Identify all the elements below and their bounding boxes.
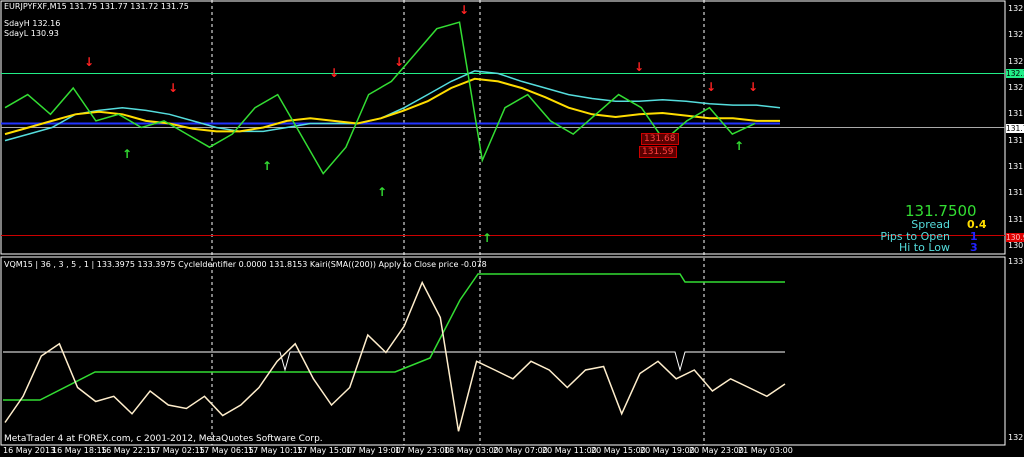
- up-arrow-icon: ↑: [734, 139, 744, 153]
- hi-to-low-value: 3: [970, 241, 978, 254]
- down-arrow-icon: ↓: [634, 60, 644, 74]
- time-tick: 20 May 19:00: [640, 446, 695, 455]
- chart-canvas[interactable]: ↓↓↓↓↓↓↓↓↑↑↑↑↑↑: [0, 0, 1024, 457]
- sday-low-label: SdayL 130.93: [4, 29, 59, 38]
- yellow-ma-line: [4, 77, 780, 136]
- symbol-header: EURJPYFXF,M15 131.75 131.77 131.72 131.7…: [4, 2, 189, 11]
- time-tick: 16 May 18:15: [52, 446, 107, 455]
- cyan-ma-line: [4, 70, 781, 142]
- down-arrow-icon: ↓: [394, 55, 404, 69]
- up-arrow-icon: ↑: [377, 185, 387, 199]
- time-tick: 17 May 19:00: [346, 446, 401, 455]
- current-price-readout: 131.7500: [905, 202, 977, 220]
- up-arrow-icon: ↑: [122, 147, 132, 161]
- time-tick: 20 May 07:00: [493, 446, 548, 455]
- time-tick: 17 May 02:15: [150, 446, 205, 455]
- oscillator-signal-line: [3, 273, 785, 401]
- time-tick: 17 May 10:15: [248, 446, 303, 455]
- sday-low-tag: 130.93: [1006, 233, 1024, 242]
- time-tick: 20 May 11:00: [542, 446, 597, 455]
- sday-high-label: SdayH 132.16: [4, 19, 61, 28]
- time-tick: 17 May 06:15: [199, 446, 254, 455]
- down-arrow-icon: ↓: [329, 66, 339, 80]
- current-price-tag: 131.75: [1006, 124, 1024, 133]
- oscillator-header: VQM15 | 36 , 3 , 5 , 1 | 133.3975 133.39…: [4, 260, 487, 269]
- box-lower: 131.59: [639, 146, 677, 158]
- up-arrow-icon: ↑: [482, 231, 492, 245]
- time-tick: 16 May 2013: [3, 446, 56, 455]
- price-tick: 132.05: [1008, 82, 1024, 92]
- down-arrow-icon: ↓: [168, 81, 178, 95]
- down-arrow-icon: ↓: [748, 80, 758, 94]
- time-tick: 17 May 23:00: [395, 446, 450, 455]
- price-tick: 132.45: [1008, 30, 1024, 40]
- time-tick: 18 May 03:00: [444, 446, 499, 455]
- price-tick: 131.25: [1008, 188, 1024, 198]
- box-upper: 131.68: [641, 133, 679, 145]
- oscillator-level-line: [3, 351, 785, 372]
- price-tick: 131.05: [1008, 214, 1024, 224]
- price-tick: 131.65: [1008, 135, 1024, 145]
- oscillator-line: [4, 280, 786, 432]
- down-arrow-icon: ↓: [459, 3, 469, 17]
- time-tick: 16 May 22:15: [101, 446, 156, 455]
- time-tick: 21 May 03:00: [738, 446, 793, 455]
- up-arrow-icon: ↑: [262, 159, 272, 173]
- price-tick: 131.85: [1008, 109, 1024, 119]
- down-arrow-icon: ↓: [706, 80, 716, 94]
- copyright-text: MetaTrader 4 at FOREX.com, c 2001-2012, …: [4, 434, 323, 444]
- hi-to-low-label: Hi to Low: [898, 241, 950, 254]
- time-tick: 17 May 15:00: [297, 446, 352, 455]
- down-arrow-icon: ↓: [84, 55, 94, 69]
- time-tick: 20 May 15:00: [591, 446, 646, 455]
- oscillator-scale-bottom: 132.56: [1008, 433, 1024, 442]
- price-tick: 132.25: [1008, 56, 1024, 66]
- sday-high-tag: 132.16: [1006, 69, 1024, 78]
- price-tick: 130.85: [1008, 240, 1024, 250]
- time-tick: 20 May 23:00: [689, 446, 744, 455]
- oscillator-panel-frame: [0, 256, 1006, 446]
- price-tick: 132.65: [1008, 4, 1024, 13]
- price-tick: 131.45: [1008, 161, 1024, 171]
- oscillator-scale-top: 133.52: [1008, 257, 1024, 266]
